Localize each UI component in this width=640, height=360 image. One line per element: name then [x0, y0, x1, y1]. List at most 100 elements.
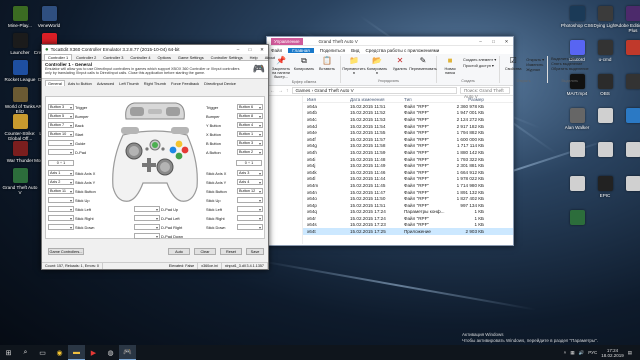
- volume-icon[interactable]: 🔊: [579, 350, 585, 356]
- file-row[interactable]: x64m 15.02.2015 11:45 Файл "RPF" 1 714 980 …: [303, 182, 513, 189]
- file-row[interactable]: x64g 15.02.2015 11:58 Файл "RPF" 1 717 114 …: [303, 143, 513, 150]
- mapping-select[interactable]: [237, 223, 263, 231]
- mapping-select[interactable]: Button 3: [237, 139, 263, 147]
- reset-button[interactable]: Reset: [220, 248, 242, 255]
- mapping-select[interactable]: Button 3: [48, 103, 74, 111]
- dpad-select[interactable]: [134, 214, 160, 222]
- mapping-select[interactable]: [48, 139, 74, 147]
- desktop-icon[interactable]: [614, 40, 640, 57]
- save-button[interactable]: Save: [246, 248, 264, 255]
- history-button[interactable]: Журнал: [526, 68, 544, 72]
- rename-button[interactable]: ✎ Переименовать: [409, 56, 437, 78]
- mapping-select[interactable]: Button 2: [237, 148, 263, 156]
- file-row[interactable]: x64o 15.02.2015 11:50 Файл "RPF" 1 827 402 …: [303, 195, 513, 202]
- left-deadzone-value[interactable]: 0 ÷ 1: [48, 159, 74, 166]
- mapping-select[interactable]: [48, 223, 74, 231]
- search-input[interactable]: Поиск: Grand Theft Auto V: [460, 87, 510, 99]
- new-folder-button[interactable]: ■ Новая папка: [440, 56, 460, 78]
- desktop-icon[interactable]: [614, 74, 640, 91]
- address-bar[interactable]: Games › Grand Theft Auto V: [291, 87, 457, 94]
- controller-tab[interactable]: Options: [155, 55, 174, 60]
- file-row[interactable]: x64q 15.02.2015 17:24 Параметры конф... 1 К…: [303, 209, 513, 216]
- dpad-select[interactable]: [134, 232, 160, 240]
- mapping-select[interactable]: [237, 205, 263, 213]
- clear-button[interactable]: Clear: [194, 248, 216, 255]
- close-icon[interactable]: ✕: [500, 37, 513, 46]
- controller-tab[interactable]: Game Settings: [175, 55, 207, 60]
- select-all-button[interactable]: Выделить все: [551, 57, 589, 61]
- file-row[interactable]: x64r 15.02.2015 17:24 Файл "RPF" 1 КБ: [303, 215, 513, 222]
- file-row[interactable]: x64d 15.02.2015 11:54 Файл "RPF" 2 917 182 …: [303, 123, 513, 130]
- mapping-select[interactable]: Button 10: [48, 130, 74, 138]
- desktop-icon[interactable]: [614, 108, 640, 125]
- back-arrow-icon[interactable]: ←: [270, 88, 275, 94]
- x360ce-titlebar[interactable]: ● TocaEdit X360 Controller Emulator 3.2.…: [42, 45, 268, 54]
- controller-tab[interactable]: Controller Settings: [208, 55, 246, 60]
- menu-item[interactable]: Средства работы с приложениями: [365, 48, 439, 53]
- sub-tab[interactable]: Force Feedback: [169, 81, 201, 86]
- file-row[interactable]: x64p 15.02.2015 11:51 Файл "RPF" 997 134 КБ: [303, 202, 513, 209]
- gamepad-icon[interactable]: 🎮: [119, 345, 136, 360]
- open-button[interactable]: Открыть ▾: [526, 57, 544, 62]
- minimize-icon[interactable]: –: [474, 37, 487, 46]
- file-row[interactable]: x64b 15.02.2015 11:52 Файл "RPF" 1 947 001 …: [303, 110, 513, 117]
- task-view-icon[interactable]: ▭: [34, 345, 51, 360]
- dpad-select[interactable]: [134, 223, 160, 231]
- mapping-select[interactable]: [48, 196, 74, 204]
- language-indicator[interactable]: РУС: [588, 350, 597, 355]
- close-icon[interactable]: ✕: [256, 47, 268, 53]
- file-row[interactable]: x64c 15.02.2015 11:53 Файл "RPF" 2 124 272 …: [303, 116, 513, 123]
- file-row[interactable]: x64i 15.02.2015 11:48 Файл "RPF" 1 793 322 …: [303, 156, 513, 163]
- game-controllers-button[interactable]: Game Controllers...: [48, 248, 84, 255]
- file-row[interactable]: x64f 15.02.2015 11:57 Файл "RPF" 1 600 000 …: [303, 136, 513, 143]
- mapping-select[interactable]: Axis 2: [48, 178, 74, 186]
- video-icon[interactable]: ▶: [85, 345, 102, 360]
- file-row[interactable]: x64s 15.02.2015 17:23 Файл "RPF" 1 КБ: [303, 222, 513, 229]
- desktop-icon[interactable]: Grand Theft Auto V: [1, 168, 39, 195]
- easy-access-button[interactable]: Простой доступ ▾: [463, 63, 496, 68]
- mapping-select[interactable]: Button 12: [237, 187, 263, 195]
- explorer-titlebar[interactable]: Управление Grand Theft Auto V – □ ✕: [267, 37, 513, 46]
- search-icon[interactable]: ⌕: [17, 345, 34, 360]
- sub-tab[interactable]: Axis to Button: [66, 81, 94, 86]
- desktop-icon[interactable]: [558, 210, 596, 227]
- file-row[interactable]: x64h 15.02.2015 11:59 Файл "RPF" 1 880 142 …: [303, 149, 513, 156]
- menu-item[interactable]: Вид: [351, 48, 359, 53]
- dpad-select[interactable]: [134, 205, 160, 213]
- mapping-select[interactable]: Button 1: [237, 130, 263, 138]
- file-row[interactable]: x64k 15.02.2015 11:46 Файл "RPF" 1 664 912 …: [303, 169, 513, 176]
- notifications-icon[interactable]: ▤: [628, 350, 632, 356]
- menu-item[interactable]: Главная: [288, 47, 314, 53]
- file-row[interactable]: x64l 15.02.2015 11:44 Файл "RPF" 1 978 022 …: [303, 176, 513, 183]
- select-none-button[interactable]: Снять выделение: [551, 62, 589, 66]
- controller-tab[interactable]: Controller 1: [44, 54, 73, 60]
- file-row[interactable]: x64a 15.02.2015 11:51 Файл "RPF" 2 360 978 …: [303, 103, 513, 110]
- file-row[interactable]: x64t 15.02.2015 17:25 Приложение 2 903 КБ: [303, 228, 513, 235]
- mapping-select[interactable]: Button 4: [237, 121, 263, 129]
- delete-button[interactable]: ✕ Удалить: [390, 56, 410, 78]
- tray-arrow-icon[interactable]: ˄: [564, 350, 567, 355]
- invert-selection-button[interactable]: Обратить выделение: [551, 67, 589, 71]
- col-date[interactable]: Дата изменения: [350, 97, 404, 102]
- file-row[interactable]: x64j 15.02.2015 11:49 Файл "RPF" 2 301 881 …: [303, 162, 513, 169]
- col-name[interactable]: Имя: [303, 97, 350, 102]
- x360ce-window[interactable]: ● TocaEdit X360 Controller Emulator 3.2.…: [41, 44, 275, 270]
- windows-logo-icon[interactable]: ⊞: [0, 345, 17, 360]
- properties-button[interactable]: ☑ Свойства: [503, 56, 523, 78]
- mapping-select[interactable]: Button 11: [48, 187, 74, 195]
- sub-tab[interactable]: General: [45, 80, 65, 86]
- chrome-icon[interactable]: ◉: [51, 345, 68, 360]
- sub-tab[interactable]: DirectInput Device: [202, 81, 238, 86]
- controller-tab[interactable]: Controller 3: [100, 55, 126, 60]
- sub-tab[interactable]: Right Thumb: [142, 81, 168, 86]
- clock[interactable]: 17:24 18.02.2019: [601, 348, 624, 358]
- manage-tab[interactable]: Управление: [271, 37, 303, 45]
- desktop-icon[interactable]: [614, 142, 640, 159]
- sub-tab[interactable]: Advanced: [95, 81, 116, 86]
- network-icon[interactable]: ▦: [570, 350, 574, 356]
- move-to-button[interactable]: 📁 Переместить в: [342, 56, 365, 78]
- controller-tab[interactable]: Controller 4: [127, 55, 153, 60]
- right-deadzone-value[interactable]: 0 ÷ 1: [236, 159, 262, 166]
- copy-to-button[interactable]: 📂 Копировать в: [367, 56, 387, 78]
- paste-button[interactable]: 📋 Вставить: [317, 56, 337, 79]
